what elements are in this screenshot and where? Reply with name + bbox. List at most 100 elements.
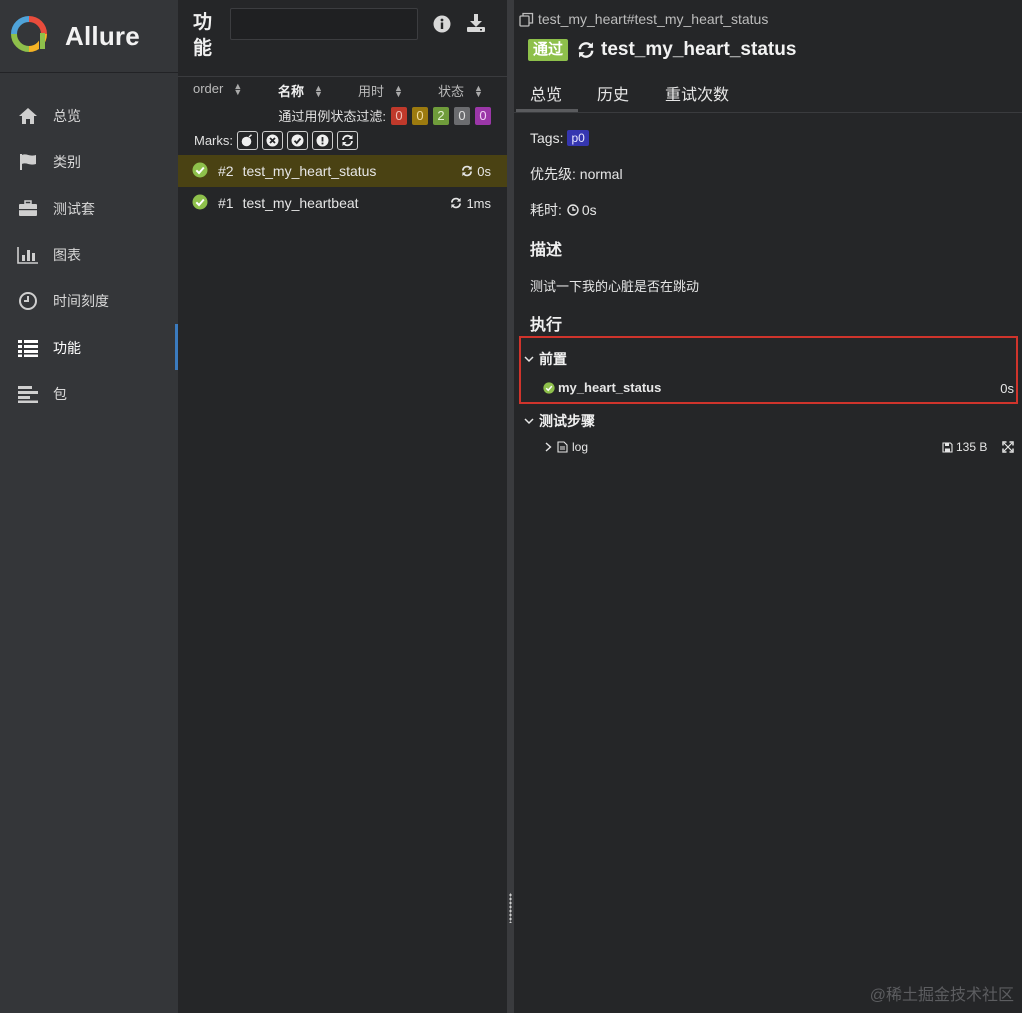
pane-title: 功能 <box>193 12 213 59</box>
duration-line: 耗时: 0s <box>530 200 597 220</box>
sidebar-item-label: 测试套 <box>53 200 95 217</box>
copy-icon <box>519 12 534 27</box>
tab-history[interactable]: 历史 <box>597 81 629 105</box>
new-failed-icon[interactable] <box>262 131 283 150</box>
download-icon[interactable] <box>466 13 486 38</box>
chevron-down-icon <box>524 356 534 363</box>
sidebar: Allure 总览 类别 测试套 图表 时间刻度 功能 包 <box>0 0 178 1013</box>
sort-status-button[interactable]: 状态 ▲ ▼ <box>438 81 483 100</box>
sidebar-item-suites[interactable]: 测试套 <box>0 186 178 232</box>
setup-title: 前置 <box>539 351 567 367</box>
attachment-row[interactable]: log <box>544 440 588 454</box>
execution-title: 执行 <box>530 317 563 334</box>
test-order: #2 <box>218 163 234 179</box>
retries-icon <box>451 197 462 209</box>
failed-count-toggle[interactable]: 0 <box>391 106 407 125</box>
briefcase-icon <box>17 199 39 219</box>
sort-label: 用时 <box>358 84 385 99</box>
unknown-count-toggle[interactable]: 0 <box>475 106 491 125</box>
list-item[interactable]: #1 test_my_heartbeat 1ms <box>178 187 507 219</box>
attachment-name: log <box>572 440 589 454</box>
passed-status-icon <box>543 381 555 394</box>
marks-filter: Marks: <box>194 131 358 150</box>
tab-overview[interactable]: 总览 <box>530 81 562 105</box>
status-filter: 通过用例状态过滤: 0 0 2 0 0 <box>278 106 491 125</box>
chevron-right-icon <box>545 442 552 452</box>
flaky-bomb-icon[interactable] <box>237 131 258 150</box>
filter-label: 通过用例状态过滤: <box>278 109 386 124</box>
search-input[interactable] <box>230 8 418 40</box>
sort-arrows-icon: ▲ ▼ <box>233 80 243 97</box>
setup-step[interactable]: my_heart_status <box>543 380 661 395</box>
sidebar-nav: 总览 类别 测试套 图表 时间刻度 功能 包 <box>0 73 178 417</box>
retries-icon[interactable] <box>337 131 358 150</box>
pane-splitter[interactable] <box>507 0 514 1013</box>
test-duration: 0s <box>461 164 491 179</box>
duration-label: 耗时: <box>530 202 562 218</box>
description-text: 测试一下我的心脏是否在跳动 <box>530 279 700 294</box>
retries-icon <box>578 42 594 58</box>
brand[interactable]: Allure <box>0 0 178 73</box>
passed-status-icon <box>192 162 208 181</box>
sort-row: order ▲ ▼ 名称 ▲ ▼ 用时 ▲ ▼ 状态 ▲ ▼ <box>178 76 507 100</box>
passed-count-toggle[interactable]: 2 <box>433 106 449 125</box>
sort-label: order <box>193 81 224 96</box>
brand-name: Allure <box>65 20 140 51</box>
test-name: test_my_heartbeat <box>242 195 359 211</box>
clock-icon <box>567 204 579 216</box>
tag-badge[interactable]: p0 <box>567 130 589 146</box>
duration-text: 0s <box>477 163 491 179</box>
test-name: test_my_heart_status <box>242 163 377 179</box>
sort-arrows-icon: ▲ ▼ <box>314 82 323 99</box>
tree-pane: 功能 order ▲ ▼ 名称 ▲ ▼ 用时 ▲ ▼ 状态 ▲ ▼ 通过用例状态过滤: … <box>178 0 507 1013</box>
drag-handle-icon[interactable] <box>509 893 512 923</box>
attachment-size: 135 B <box>942 440 987 454</box>
broken-count-toggle[interactable]: 0 <box>412 106 428 125</box>
breadcrumb-text: test_my_heart#test_my_heart_status <box>538 11 769 27</box>
allure-logo-icon <box>11 15 47 57</box>
steps-title: 测试步骤 <box>539 413 595 429</box>
sidebar-item-label: 图表 <box>53 247 81 264</box>
page-title: test_my_heart_status <box>601 39 797 60</box>
sort-duration-button[interactable]: 用时 ▲ ▼ <box>358 81 403 100</box>
sort-label: 名称 <box>278 84 305 99</box>
sidebar-item-categories[interactable]: 类别 <box>0 139 178 185</box>
tab-retries[interactable]: 重试次数 <box>665 81 729 105</box>
sidebar-item-label: 总览 <box>53 108 81 125</box>
tags-label: Tags: <box>530 130 564 146</box>
chevron-down-icon <box>524 418 534 425</box>
sort-name-button[interactable]: 名称 ▲ ▼ <box>278 81 323 100</box>
list-item[interactable]: #2 test_my_heart_status 0s <box>178 155 507 187</box>
sidebar-item-packages[interactable]: 包 <box>0 371 178 417</box>
test-duration: 1ms <box>450 196 491 211</box>
sidebar-item-overview[interactable]: 总览 <box>0 93 178 139</box>
sidebar-item-label: 时间刻度 <box>53 293 109 310</box>
tags-line: Tags: p0 <box>530 130 589 146</box>
setup-step-name: my_heart_status <box>558 380 662 395</box>
duration-text: 1ms <box>466 195 491 211</box>
test-list: #2 test_my_heart_status 0s #1 test_my_he… <box>178 155 507 219</box>
description-title: 描述 <box>530 242 563 259</box>
sidebar-item-timeline[interactable]: 时间刻度 <box>0 278 178 324</box>
sidebar-item-label: 包 <box>53 385 67 402</box>
home-icon <box>17 106 39 126</box>
sidebar-item-behaviors[interactable]: 功能 <box>0 324 178 371</box>
setup-section-toggle[interactable]: 前置 <box>524 349 567 369</box>
test-title-row: 通过 test_my_heart_status <box>528 39 796 61</box>
file-text-icon <box>557 441 568 453</box>
flag-icon <box>17 152 39 172</box>
new-passed-icon[interactable] <box>287 131 308 150</box>
info-icon[interactable] <box>433 15 451 38</box>
marks-label: Marks: <box>194 133 233 148</box>
retries-icon <box>462 165 473 177</box>
duration-value: 0s <box>581 202 597 218</box>
detail-tabs: 总览 历史 重试次数 <box>514 71 1022 113</box>
new-broken-icon[interactable] <box>312 131 333 150</box>
skipped-count-toggle[interactable]: 0 <box>454 106 470 125</box>
steps-section-toggle[interactable]: 测试步骤 <box>524 411 595 431</box>
sort-order-button[interactable]: order ▲ ▼ <box>193 81 242 96</box>
clock-icon <box>17 291 39 311</box>
breadcrumb[interactable]: test_my_heart#test_my_heart_status <box>519 11 768 27</box>
expand-icon[interactable] <box>1002 441 1014 453</box>
sidebar-item-graphs[interactable]: 图表 <box>0 232 178 278</box>
